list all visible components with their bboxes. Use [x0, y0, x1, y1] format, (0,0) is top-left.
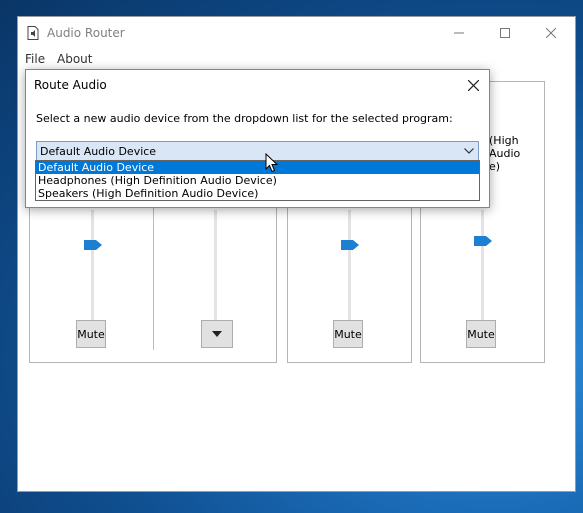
- watermark-text: INSTALUJ.CZ: [501, 481, 566, 492]
- dropdown-option-headphones[interactable]: Headphones (High Definition Audio Device…: [36, 174, 479, 187]
- title-bar[interactable]: Audio Router: [18, 17, 575, 49]
- volume-track: [91, 210, 94, 320]
- mute-button[interactable]: Mute: [333, 320, 363, 348]
- minimize-icon: [454, 32, 464, 34]
- maximize-button[interactable]: [482, 17, 528, 49]
- close-icon: [467, 79, 479, 91]
- maximize-icon: [500, 28, 510, 38]
- dialog-instruction: Select a new audio device from the dropd…: [36, 112, 453, 125]
- window-title: Audio Router: [47, 26, 125, 40]
- dropdown-option-default[interactable]: Default Audio Device: [36, 161, 479, 174]
- app-icon: [27, 26, 39, 40]
- triangle-down-icon: [212, 331, 222, 337]
- mute-button[interactable]: Mute: [466, 320, 496, 348]
- mute-button[interactable]: Mute: [76, 320, 106, 348]
- volume-slider-2[interactable]: [341, 240, 359, 250]
- device-name-label: (High Audio e): [489, 134, 521, 173]
- close-icon: [546, 28, 556, 38]
- instaluj-logo-icon: [498, 412, 568, 480]
- dialog-close-button[interactable]: [457, 70, 489, 100]
- minimize-button[interactable]: [436, 17, 482, 49]
- audio-device-combobox[interactable]: Default Audio Device: [36, 141, 479, 161]
- volume-track: [214, 210, 217, 320]
- audio-device-dropdown-list: Default Audio Device Headphones (High De…: [35, 160, 480, 201]
- volume-slider-1[interactable]: [84, 240, 102, 250]
- volume-track: [481, 210, 484, 320]
- close-button[interactable]: [528, 17, 574, 49]
- dropdown-option-speakers[interactable]: Speakers (High Definition Audio Device): [36, 187, 479, 200]
- route-dropdown-button[interactable]: [201, 320, 233, 348]
- dialog-title: Route Audio: [34, 78, 107, 92]
- panel-divider: [153, 192, 154, 350]
- menu-about[interactable]: About: [57, 52, 92, 66]
- menu-file[interactable]: File: [25, 52, 45, 66]
- volume-slider-3[interactable]: [474, 236, 492, 246]
- combobox-value: Default Audio Device: [40, 145, 157, 158]
- menu-bar: File About: [18, 49, 575, 69]
- volume-track: [348, 210, 351, 320]
- chevron-down-icon: [464, 148, 474, 154]
- mouse-cursor-icon: [265, 153, 279, 173]
